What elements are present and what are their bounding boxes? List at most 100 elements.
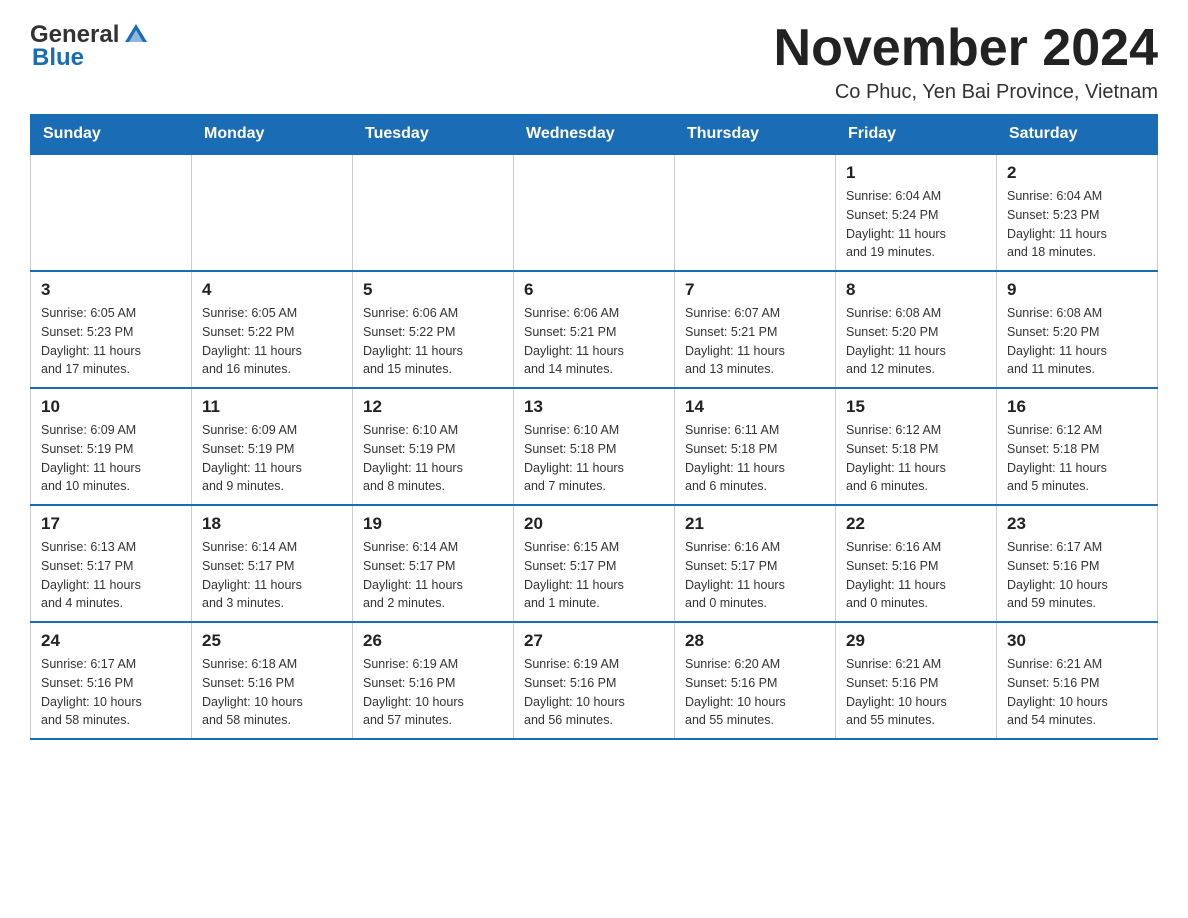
calendar-cell: 5 Sunrise: 6:06 AM Sunset: 5:22 PM Daylig… [353, 271, 514, 388]
day-number: 19 [363, 514, 503, 534]
weekday-header-tuesday: Tuesday [353, 115, 514, 155]
day-number: 25 [202, 631, 342, 651]
calendar-header-row: SundayMondayTuesdayWednesdayThursdayFrid… [31, 115, 1158, 155]
calendar-cell: 24 Sunrise: 6:17 AM Sunset: 5:16 PM Dayli… [31, 622, 192, 739]
page-header: General Blue November 2024 Co Phuc, Yen … [30, 20, 1158, 104]
day-info: Sunrise: 6:11 AM Sunset: 5:18 PM Dayligh… [685, 421, 825, 496]
day-number: 4 [202, 280, 342, 300]
calendar-cell [514, 154, 675, 271]
day-info: Sunrise: 6:17 AM Sunset: 5:16 PM Dayligh… [1007, 538, 1147, 613]
calendar-cell: 7Sunrise: 6:07 AM Sunset: 5:21 PM Daylig… [675, 271, 836, 388]
calendar-cell: 13Sunrise: 6:10 AM Sunset: 5:18 PM Dayli… [514, 388, 675, 505]
day-number: 22 [846, 514, 986, 534]
day-info: Sunrise: 6:19 AM Sunset: 5:16 PM Dayligh… [363, 655, 503, 730]
day-number: 10 [41, 397, 181, 417]
day-number: 26 [363, 631, 503, 651]
day-info: Sunrise: 6:08 AM Sunset: 5:20 PM Dayligh… [1007, 304, 1147, 379]
calendar-week-5: 24 Sunrise: 6:17 AM Sunset: 5:16 PM Dayli… [31, 622, 1158, 739]
day-number: 7 [685, 280, 825, 300]
day-info: Sunrise: 6:14 AM Sunset: 5:17 PM Dayligh… [202, 538, 342, 613]
calendar-cell [31, 154, 192, 271]
day-info: Sunrise: 6:18 AM Sunset: 5:16 PM Dayligh… [202, 655, 342, 730]
calendar-cell: 8 Sunrise: 6:08 AM Sunset: 5:20 PM Daylig… [836, 271, 997, 388]
day-number: 2 [1007, 163, 1147, 183]
day-info: Sunrise: 6:06 AM Sunset: 5:22 PM Dayligh… [363, 304, 503, 379]
day-number: 28 [685, 631, 825, 651]
day-number: 6 [524, 280, 664, 300]
day-info: Sunrise: 6:05 AM Sunset: 5:22 PM Dayligh… [202, 304, 342, 379]
logo-blue-text: Blue [32, 44, 84, 72]
calendar-cell: 17Sunrise: 6:13 AM Sunset: 5:17 PM Dayli… [31, 505, 192, 622]
title-block: November 2024 Co Phuc, Yen Bai Province,… [774, 20, 1158, 104]
day-number: 11 [202, 397, 342, 417]
calendar-week-4: 17Sunrise: 6:13 AM Sunset: 5:17 PM Dayli… [31, 505, 1158, 622]
day-number: 24 [41, 631, 181, 651]
weekday-header-wednesday: Wednesday [514, 115, 675, 155]
calendar-cell: 1 Sunrise: 6:04 AM Sunset: 5:24 PM Daylig… [836, 154, 997, 271]
calendar-cell: 9 Sunrise: 6:08 AM Sunset: 5:20 PM Daylig… [997, 271, 1158, 388]
day-number: 20 [524, 514, 664, 534]
calendar-cell [353, 154, 514, 271]
day-info: Sunrise: 6:04 AM Sunset: 5:23 PM Dayligh… [1007, 187, 1147, 262]
day-info: Sunrise: 6:16 AM Sunset: 5:17 PM Dayligh… [685, 538, 825, 613]
calendar-cell: 22 Sunrise: 6:16 AM Sunset: 5:16 PM Dayli… [836, 505, 997, 622]
day-number: 23 [1007, 514, 1147, 534]
day-number: 16 [1007, 397, 1147, 417]
day-info: Sunrise: 6:10 AM Sunset: 5:19 PM Dayligh… [363, 421, 503, 496]
weekday-header-saturday: Saturday [997, 115, 1158, 155]
day-info: Sunrise: 6:12 AM Sunset: 5:18 PM Dayligh… [846, 421, 986, 496]
weekday-header-thursday: Thursday [675, 115, 836, 155]
day-number: 3 [41, 280, 181, 300]
day-info: Sunrise: 6:06 AM Sunset: 5:21 PM Dayligh… [524, 304, 664, 379]
day-info: Sunrise: 6:04 AM Sunset: 5:24 PM Dayligh… [846, 187, 986, 262]
calendar-cell: 28 Sunrise: 6:20 AM Sunset: 5:16 PM Dayli… [675, 622, 836, 739]
day-info: Sunrise: 6:21 AM Sunset: 5:16 PM Dayligh… [1007, 655, 1147, 730]
day-info: Sunrise: 6:14 AM Sunset: 5:17 PM Dayligh… [363, 538, 503, 613]
calendar-cell: 19 Sunrise: 6:14 AM Sunset: 5:17 PM Dayli… [353, 505, 514, 622]
day-number: 27 [524, 631, 664, 651]
calendar-cell: 4 Sunrise: 6:05 AM Sunset: 5:22 PM Daylig… [192, 271, 353, 388]
day-number: 15 [846, 397, 986, 417]
day-number: 1 [846, 163, 986, 183]
day-number: 21 [685, 514, 825, 534]
calendar-cell [675, 154, 836, 271]
day-info: Sunrise: 6:19 AM Sunset: 5:16 PM Dayligh… [524, 655, 664, 730]
day-info: Sunrise: 6:20 AM Sunset: 5:16 PM Dayligh… [685, 655, 825, 730]
day-number: 5 [363, 280, 503, 300]
calendar-cell: 20 Sunrise: 6:15 AM Sunset: 5:17 PM Dayli… [514, 505, 675, 622]
calendar-week-2: 3Sunrise: 6:05 AM Sunset: 5:23 PM Daylig… [31, 271, 1158, 388]
day-number: 30 [1007, 631, 1147, 651]
calendar-cell: 15 Sunrise: 6:12 AM Sunset: 5:18 PM Dayli… [836, 388, 997, 505]
calendar-week-3: 10 Sunrise: 6:09 AM Sunset: 5:19 PM Dayli… [31, 388, 1158, 505]
calendar-cell: 30 Sunrise: 6:21 AM Sunset: 5:16 PM Dayli… [997, 622, 1158, 739]
month-title: November 2024 [774, 20, 1158, 77]
calendar-cell [192, 154, 353, 271]
day-number: 9 [1007, 280, 1147, 300]
day-info: Sunrise: 6:10 AM Sunset: 5:18 PM Dayligh… [524, 421, 664, 496]
calendar-cell: 27 Sunrise: 6:19 AM Sunset: 5:16 PM Dayli… [514, 622, 675, 739]
calendar-week-1: 1 Sunrise: 6:04 AM Sunset: 5:24 PM Daylig… [31, 154, 1158, 271]
calendar-cell: 3Sunrise: 6:05 AM Sunset: 5:23 PM Daylig… [31, 271, 192, 388]
location: Co Phuc, Yen Bai Province, Vietnam [774, 81, 1158, 104]
day-info: Sunrise: 6:17 AM Sunset: 5:16 PM Dayligh… [41, 655, 181, 730]
day-number: 12 [363, 397, 503, 417]
day-number: 18 [202, 514, 342, 534]
day-info: Sunrise: 6:15 AM Sunset: 5:17 PM Dayligh… [524, 538, 664, 613]
day-info: Sunrise: 6:09 AM Sunset: 5:19 PM Dayligh… [202, 421, 342, 496]
day-info: Sunrise: 6:16 AM Sunset: 5:16 PM Dayligh… [846, 538, 986, 613]
logo-icon [121, 20, 151, 50]
day-info: Sunrise: 6:08 AM Sunset: 5:20 PM Dayligh… [846, 304, 986, 379]
calendar-cell: 12 Sunrise: 6:10 AM Sunset: 5:19 PM Dayli… [353, 388, 514, 505]
calendar-cell: 29 Sunrise: 6:21 AM Sunset: 5:16 PM Dayli… [836, 622, 997, 739]
calendar-cell: 10 Sunrise: 6:09 AM Sunset: 5:19 PM Dayli… [31, 388, 192, 505]
calendar-cell: 18 Sunrise: 6:14 AM Sunset: 5:17 PM Dayli… [192, 505, 353, 622]
calendar-cell: 21 Sunrise: 6:16 AM Sunset: 5:17 PM Dayli… [675, 505, 836, 622]
calendar-cell: 26 Sunrise: 6:19 AM Sunset: 5:16 PM Dayli… [353, 622, 514, 739]
weekday-header-monday: Monday [192, 115, 353, 155]
day-info: Sunrise: 6:09 AM Sunset: 5:19 PM Dayligh… [41, 421, 181, 496]
day-number: 14 [685, 397, 825, 417]
day-number: 29 [846, 631, 986, 651]
day-info: Sunrise: 6:21 AM Sunset: 5:16 PM Dayligh… [846, 655, 986, 730]
day-number: 8 [846, 280, 986, 300]
calendar-cell: 6 Sunrise: 6:06 AM Sunset: 5:21 PM Daylig… [514, 271, 675, 388]
